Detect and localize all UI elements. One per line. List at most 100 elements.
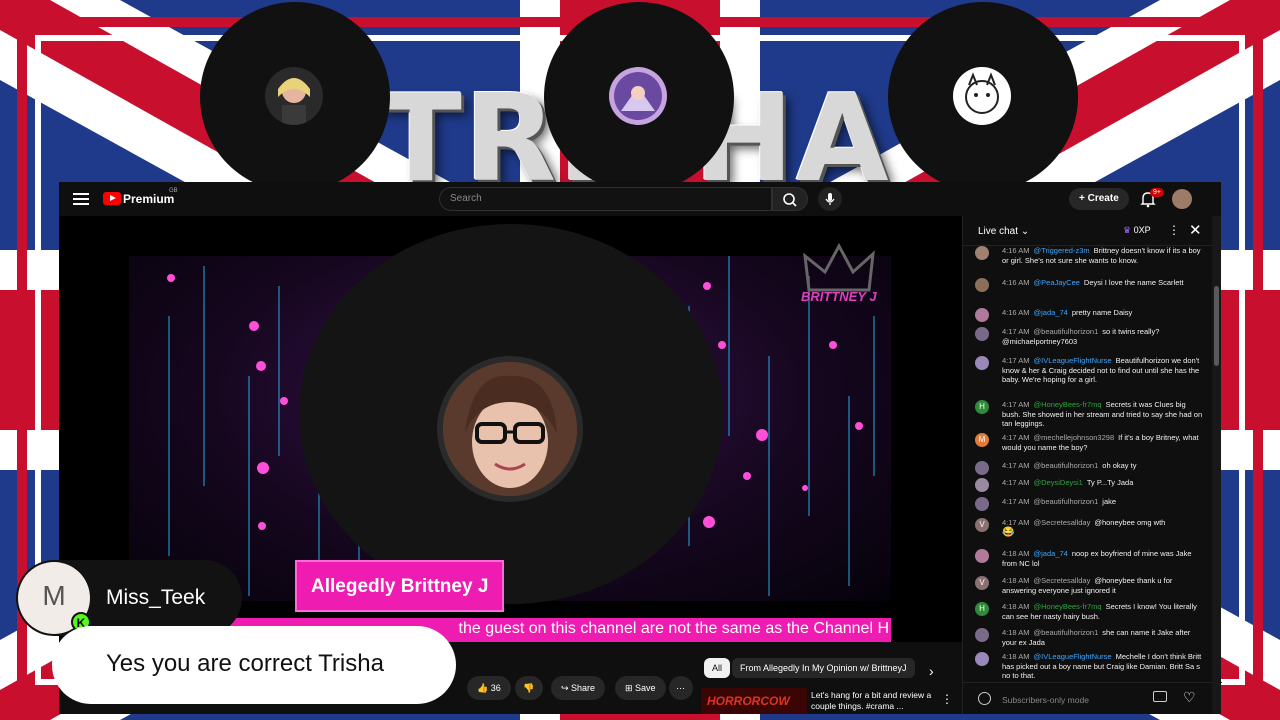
chat-message[interactable]: V 4:17 AM @Secretesallday @honeybee omg wth…	[975, 518, 1203, 537]
chat-avatar[interactable]: H	[975, 602, 989, 616]
chat-author[interactable]: @mechellejohnson3298	[1034, 433, 1115, 442]
chat-author[interactable]: @HoneyBees-fr7mq	[1034, 400, 1102, 409]
chat-avatar[interactable]: V	[975, 576, 989, 590]
chat-timestamp: 4:17 AM	[1002, 478, 1030, 487]
chat-author[interactable]: @IVLeagueFlightNurse	[1034, 356, 1112, 365]
voice-search-button[interactable]	[818, 187, 842, 211]
info-icon[interactable]	[978, 692, 991, 705]
chat-avatar[interactable]	[975, 628, 989, 642]
chip-from-channel[interactable]: From Allegedly In My Opinion w/ Brittney…	[732, 658, 915, 678]
chat-avatar[interactable]: V	[975, 518, 989, 532]
share-label: Share	[571, 683, 596, 693]
chat-message[interactable]: 4:17 AM @beautifulhorizon1 so it twins rea…	[975, 327, 1203, 346]
chat-timestamp: 4:17 AM	[1002, 518, 1030, 527]
chat-message-content: 4:17 AM @IVLeagueFlightNurse Beautifulhori…	[1002, 356, 1203, 385]
chat-avatar[interactable]	[975, 652, 989, 666]
chat-mode-dropdown[interactable]: Live chat ⌄	[978, 226, 1029, 237]
chat-author[interactable]: @Secretesallday	[1034, 518, 1091, 527]
chat-message[interactable]: 4:17 AM @DeysiDeysi1 Ty P...Ty Jada	[975, 478, 1203, 492]
chat-options-icon[interactable]: ⋮	[1168, 223, 1180, 237]
chat-text: Ty P...Ty Jada	[1086, 478, 1134, 487]
chat-message[interactable]: H 4:17 AM @HoneyBees-fr7mq Secrets it was C…	[975, 400, 1203, 429]
create-button[interactable]: + Create	[1069, 188, 1129, 210]
heart-reaction-icon[interactable]: ♡	[1183, 689, 1196, 706]
chat-author[interactable]: @HoneyBees-fr7mq	[1034, 602, 1102, 611]
chat-message[interactable]: 4:16 AM @PeaJayCee Deysi I love the name S…	[975, 278, 1203, 292]
chat-message[interactable]: 4:17 AM @beautifulhorizon1 jake	[975, 497, 1203, 511]
chat-author[interactable]: @Secretesallday	[1034, 576, 1091, 585]
chat-text: Deysi I love the name Scarlett	[1083, 278, 1184, 287]
chat-avatar[interactable]	[975, 246, 989, 260]
chat-author[interactable]: @IVLeagueFlightNurse	[1034, 652, 1112, 661]
channel-logo-text: BRITTNEY J	[801, 289, 877, 304]
chat-avatar[interactable]	[975, 356, 989, 370]
chat-timestamp: 4:17 AM	[1002, 327, 1030, 336]
chat-avatar[interactable]	[975, 278, 989, 292]
chat-avatar[interactable]	[975, 461, 989, 475]
chat-author[interactable]: @beautifulhorizon1	[1034, 497, 1099, 506]
plus-icon: +	[1079, 193, 1088, 204]
chat-avatar[interactable]: H	[975, 400, 989, 414]
save-button[interactable]: ⊞ Save	[615, 676, 666, 700]
chat-message[interactable]: 4:17 AM @beautifulhorizon1 oh okay ty	[975, 461, 1203, 475]
chat-avatar[interactable]	[975, 497, 989, 511]
page-scrollbar[interactable]	[1212, 216, 1221, 714]
chat-message[interactable]: 4:18 AM @IVLeagueFlightNurse Mechelle I do…	[975, 652, 1203, 681]
chat-message-content: 4:17 AM @mechellejohnson3298 If it's a boy…	[1002, 433, 1203, 452]
chat-avatar[interactable]: M	[975, 433, 989, 447]
chat-message[interactable]: 4:16 AM @jada_74 pretty name Daisy	[975, 308, 1203, 322]
chat-timestamp: 4:18 AM	[1002, 628, 1030, 637]
recommendation-menu-icon[interactable]: ⋮	[941, 692, 953, 706]
recommendation-thumbnail[interactable]: HORRORCOW	[701, 688, 807, 714]
chat-header: Live chat ⌄ ♛ 0XP ⋮ ✕	[963, 216, 1222, 246]
crown-small-icon: ♛	[1123, 225, 1134, 235]
chat-message[interactable]: M 4:17 AM @mechellejohnson3298 If it's a bo…	[975, 433, 1203, 452]
recommendation-title[interactable]: Let's hang for a bit and review a couple…	[811, 690, 941, 712]
chevron-right-icon[interactable]: ›	[929, 663, 934, 679]
more-actions-button[interactable]: ⋯	[669, 676, 693, 700]
chat-author[interactable]: @PeaJayCee	[1034, 278, 1080, 287]
chat-avatar[interactable]	[975, 549, 989, 563]
chat-avatar[interactable]	[975, 327, 989, 341]
search-button[interactable]	[772, 187, 808, 211]
chat-text: noop ex boyfriend of mine was Jake from …	[1002, 549, 1192, 568]
chat-message[interactable]: 4:17 AM @IVLeagueFlightNurse Beautifulhori…	[975, 356, 1203, 385]
chat-avatar[interactable]	[975, 478, 989, 492]
chat-message[interactable]: 4:16 AM @Triggered-z3m Brittney doesn't kn…	[975, 246, 1203, 265]
like-button[interactable]: 👍 36	[467, 676, 511, 700]
chat-message-content: 4:16 AM @jada_74 pretty name Daisy	[1002, 308, 1203, 318]
chip-all[interactable]: All	[704, 658, 731, 678]
youtube-premium-label[interactable]: Premium	[123, 192, 174, 206]
create-label: Create	[1087, 193, 1119, 204]
chat-message[interactable]: 4:18 AM @beautifulhorizon1 she can name it…	[975, 628, 1203, 647]
close-chat-icon[interactable]: ✕	[1189, 221, 1202, 239]
xp-value: 0XP	[1133, 225, 1151, 235]
account-avatar[interactable]	[1172, 189, 1192, 209]
chat-author[interactable]: @beautifulhorizon1	[1034, 628, 1099, 637]
chat-author[interactable]: @jada_74	[1034, 549, 1068, 558]
chat-author[interactable]: @DeysiDeysi1	[1034, 478, 1083, 487]
notification-count-badge: 9+	[1150, 188, 1164, 197]
menu-icon[interactable]	[73, 191, 89, 207]
chat-author[interactable]: @beautifulhorizon1	[1034, 327, 1099, 336]
emoji-picker-icon[interactable]	[1153, 691, 1167, 702]
microphone-icon	[825, 193, 835, 205]
chat-message[interactable]: V 4:18 AM @Secretesallday @honeybee thank u…	[975, 576, 1203, 595]
chat-message-content: 4:18 AM @IVLeagueFlightNurse Mechelle I do…	[1002, 652, 1203, 681]
share-button[interactable]: ↪ Share	[551, 676, 606, 700]
youtube-topbar: Premium GB Search + Create 9+	[59, 182, 1221, 216]
dislike-button[interactable]: 👎	[515, 676, 543, 700]
chat-message[interactable]: 4:18 AM @jada_74 noop ex boyfriend of mine…	[975, 549, 1203, 568]
chat-messages[interactable]: 4:16 AM @Triggered-z3m Brittney doesn't kn…	[963, 246, 1213, 682]
search-input[interactable]: Search	[439, 187, 772, 211]
chat-avatar[interactable]	[975, 308, 989, 322]
chat-author[interactable]: @Triggered-z3m	[1034, 246, 1090, 255]
chat-author[interactable]: @beautifulhorizon1	[1034, 461, 1099, 470]
youtube-logo-icon[interactable]	[103, 192, 121, 205]
xp-badge[interactable]: ♛ 0XP	[1123, 225, 1151, 236]
chat-author[interactable]: @jada_74	[1034, 308, 1068, 317]
kick-username: Miss_Teek	[106, 586, 206, 609]
scrollbar-thumb[interactable]	[1214, 286, 1219, 366]
chat-message[interactable]: H 4:18 AM @HoneyBees-fr7mq Secrets I know! …	[975, 602, 1203, 621]
kick-user-pill: M K Miss_Teek	[16, 560, 242, 636]
